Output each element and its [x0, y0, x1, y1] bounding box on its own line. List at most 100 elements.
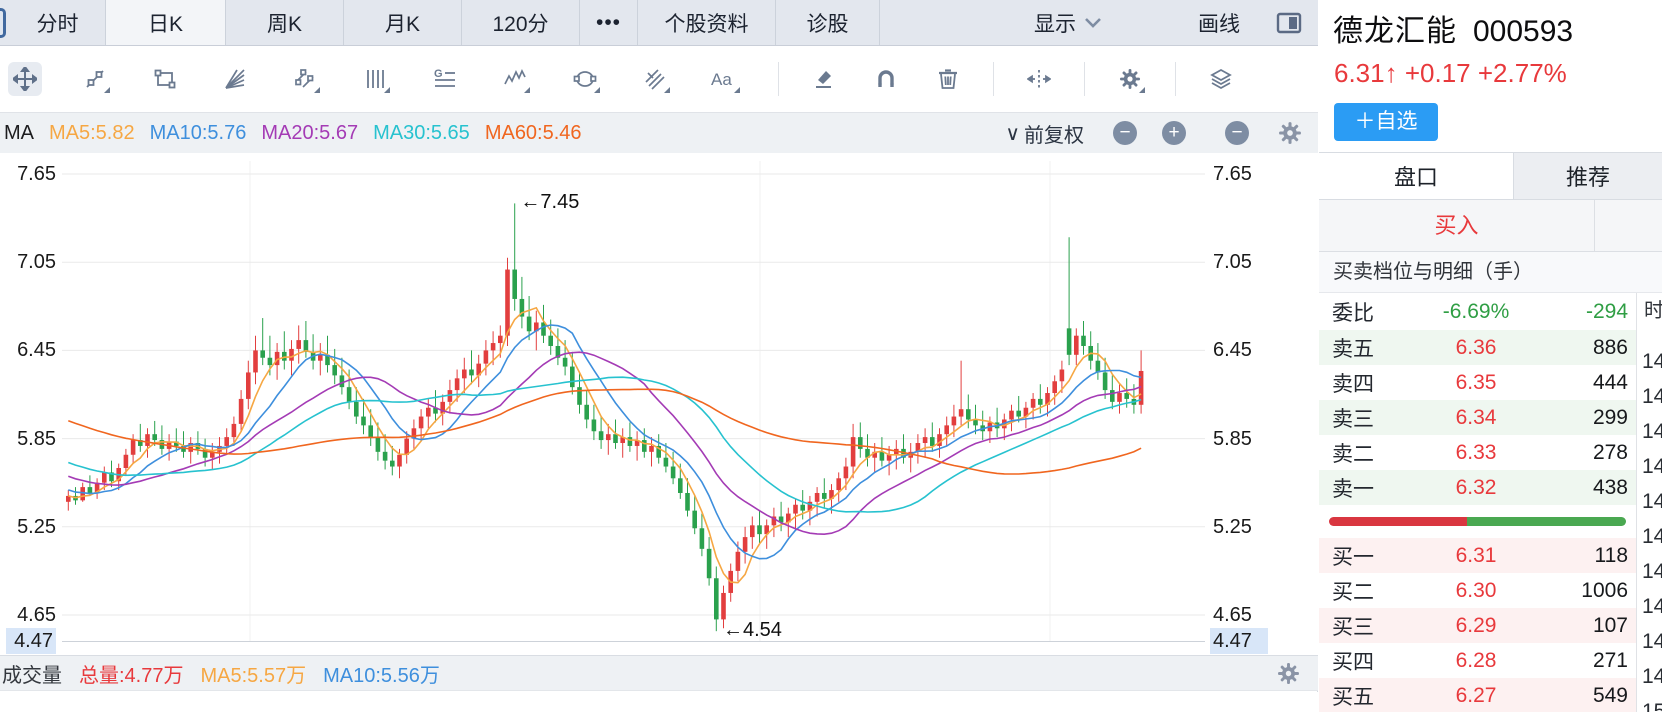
gear-icon	[1278, 121, 1302, 145]
expand-horizontal-button[interactable]	[1022, 62, 1056, 96]
bid-label: 买一	[1332, 545, 1374, 569]
ask-row-5[interactable]: 卖五 6.36 886	[1319, 330, 1636, 365]
display-dropdown[interactable]: 显示	[1030, 0, 1106, 45]
tab-diagnose[interactable]: 诊股	[776, 0, 880, 45]
adjust-mode-dropdown[interactable]: ∨ 前复权	[1005, 119, 1084, 148]
draw-line-button[interactable]: 画线	[1194, 0, 1244, 45]
bid-volume: 271	[1592, 648, 1628, 672]
volume-title: 成交量	[2, 664, 62, 687]
ma5-legend: MA5:5.82	[49, 121, 135, 144]
sell-button-partial[interactable]	[1595, 200, 1662, 251]
move-tool-button[interactable]	[8, 62, 42, 96]
bid-row-2[interactable]: 买二 6.30 1006	[1319, 573, 1636, 608]
chart-settings-button[interactable]	[1278, 121, 1302, 145]
ask-row-2[interactable]: 卖二 6.33 278	[1319, 435, 1636, 470]
trade-time-item: 14	[1642, 385, 1662, 408]
panel-toggle-icon	[1276, 10, 1302, 36]
gann-fan-tool-button[interactable]	[218, 62, 252, 96]
rectangle-tool-button[interactable]	[148, 62, 182, 96]
magnet-tool-button[interactable]	[869, 62, 903, 96]
tab-weekly-k[interactable]: 周K	[226, 0, 344, 45]
trade-time-item: 14	[1642, 525, 1662, 548]
svg-text:Aa: Aa	[711, 70, 732, 89]
ask-label: 卖三	[1332, 407, 1374, 431]
more-periods-button[interactable]: •••	[580, 0, 638, 45]
bid-price: 6.31	[1455, 543, 1497, 567]
ask-price: 6.34	[1455, 405, 1497, 429]
bid-ask-ratio-bar	[1329, 517, 1626, 526]
bid-price: 6.30	[1455, 578, 1497, 602]
trendline-tool-button[interactable]	[78, 62, 112, 96]
ma-title: MA	[4, 121, 34, 144]
trendline-tool-icon	[84, 68, 106, 90]
trash-button[interactable]	[931, 62, 965, 96]
depth-body: 委比 -6.69% -294 卖五 6.36 886 卖四 6.35 444 卖三 6.3…	[1319, 293, 1662, 712]
y-axis-label: 5.85	[17, 427, 56, 450]
tab-monthly-k[interactable]: 月K	[344, 0, 462, 45]
text-tool-icon: Aa	[710, 68, 740, 90]
panel-toggle-button[interactable]	[1276, 0, 1302, 45]
zoom-in-button[interactable]: +	[1162, 121, 1186, 145]
expand-horizontal-icon	[1027, 68, 1051, 90]
bid-row-4[interactable]: 买四 6.28 271	[1319, 643, 1636, 678]
y-axis-label: 5.25	[1213, 515, 1252, 538]
golden-section-tool-button[interactable]: G	[428, 62, 462, 96]
add-watchlist-button[interactable]: ＋自选	[1334, 103, 1438, 141]
vertical-lines-tool-button[interactable]	[358, 62, 392, 96]
bid-row-1[interactable]: 买一 6.31 118	[1319, 538, 1636, 573]
ask-row-4[interactable]: 卖四 6.35 444	[1319, 365, 1636, 400]
tab-daily-k[interactable]: 日K	[106, 0, 226, 45]
magnet-tool-icon	[875, 68, 897, 90]
tab-order-book[interactable]: 盘口	[1319, 153, 1513, 199]
bid-row-3[interactable]: 买三 6.29 107	[1319, 608, 1636, 643]
tab-fenshi[interactable]: 分时	[10, 0, 106, 45]
parallel-channel-tool-icon	[294, 68, 316, 90]
ask-row-3[interactable]: 卖三 6.34 299	[1319, 400, 1636, 435]
wave-tool-button[interactable]	[498, 62, 532, 96]
ma60-legend: MA60:5.46	[484, 121, 582, 144]
volume-settings-button[interactable]	[1277, 662, 1300, 685]
sell-ratio-segment	[1467, 517, 1626, 526]
display-label: 显示	[1034, 12, 1076, 36]
bid-price: 6.29	[1455, 613, 1497, 637]
bid-row-5[interactable]: 买五 6.27 549	[1319, 678, 1636, 712]
y-axis-label: 6.45	[1213, 339, 1252, 362]
text-tool-button[interactable]: Aa	[708, 62, 742, 96]
stock-app-window: 分时 日K 周K 月K 120分 ••• 个股资料 诊股 显示 画线 G Aa …	[0, 0, 1662, 712]
eraser-tool-button[interactable]	[807, 62, 841, 96]
trade-time-item: 14	[1642, 595, 1662, 618]
percent-lines-tool-icon	[644, 68, 666, 90]
collapse-pane-button[interactable]: −	[1225, 121, 1249, 145]
y-axis-label: 7.05	[1213, 251, 1252, 274]
layers-button[interactable]	[1204, 62, 1238, 96]
ma20-legend: MA20:5.67	[261, 121, 359, 144]
y-axis-label: 4.47	[1210, 628, 1268, 655]
tab-stock-info[interactable]: 个股资料	[638, 0, 776, 45]
adjust-mode-label: 前复权	[1024, 124, 1084, 147]
price-change-pct: +2.77%	[1477, 58, 1567, 88]
stock-code: 000593	[1473, 15, 1574, 48]
y-axis-label: 4.65	[1213, 604, 1252, 626]
kline-chart[interactable]: 7.65 7.05 6.45 5.85 5.25 4.65 4.47 7.65 7.05 6.4…	[0, 153, 1318, 655]
bid-label: 买五	[1332, 685, 1374, 709]
percent-lines-tool-button[interactable]	[638, 62, 672, 96]
buy-button[interactable]: 买入	[1319, 200, 1595, 251]
ask-volume: 444	[1592, 370, 1628, 394]
tab-120min[interactable]: 120分	[462, 0, 580, 45]
bid-volume: 549	[1592, 683, 1628, 707]
zoom-out-button[interactable]: −	[1113, 121, 1137, 145]
parallel-channel-tool-button[interactable]	[288, 62, 322, 96]
bid-volume: 118	[1594, 543, 1628, 567]
ask-row-1[interactable]: 卖一 6.32 438	[1319, 470, 1636, 505]
toolbar-settings-button[interactable]	[1113, 62, 1147, 96]
trade-buttons-row: 买入	[1319, 200, 1662, 252]
tab-recommend[interactable]: 推荐	[1513, 153, 1662, 199]
volume-ma10-legend: MA10:5.56万	[323, 664, 440, 687]
price-high-annotation: ←7.45	[520, 191, 580, 214]
stock-name: 德龙汇能 000593	[1333, 6, 1573, 50]
ask-volume: 886	[1592, 335, 1628, 359]
stock-price-row: 6.31↑ +0.17 +2.77%	[1334, 58, 1567, 89]
bid-volume: 1006	[1581, 578, 1628, 602]
ellipse-tool-button[interactable]	[568, 62, 602, 96]
bid-label: 买三	[1332, 615, 1374, 639]
